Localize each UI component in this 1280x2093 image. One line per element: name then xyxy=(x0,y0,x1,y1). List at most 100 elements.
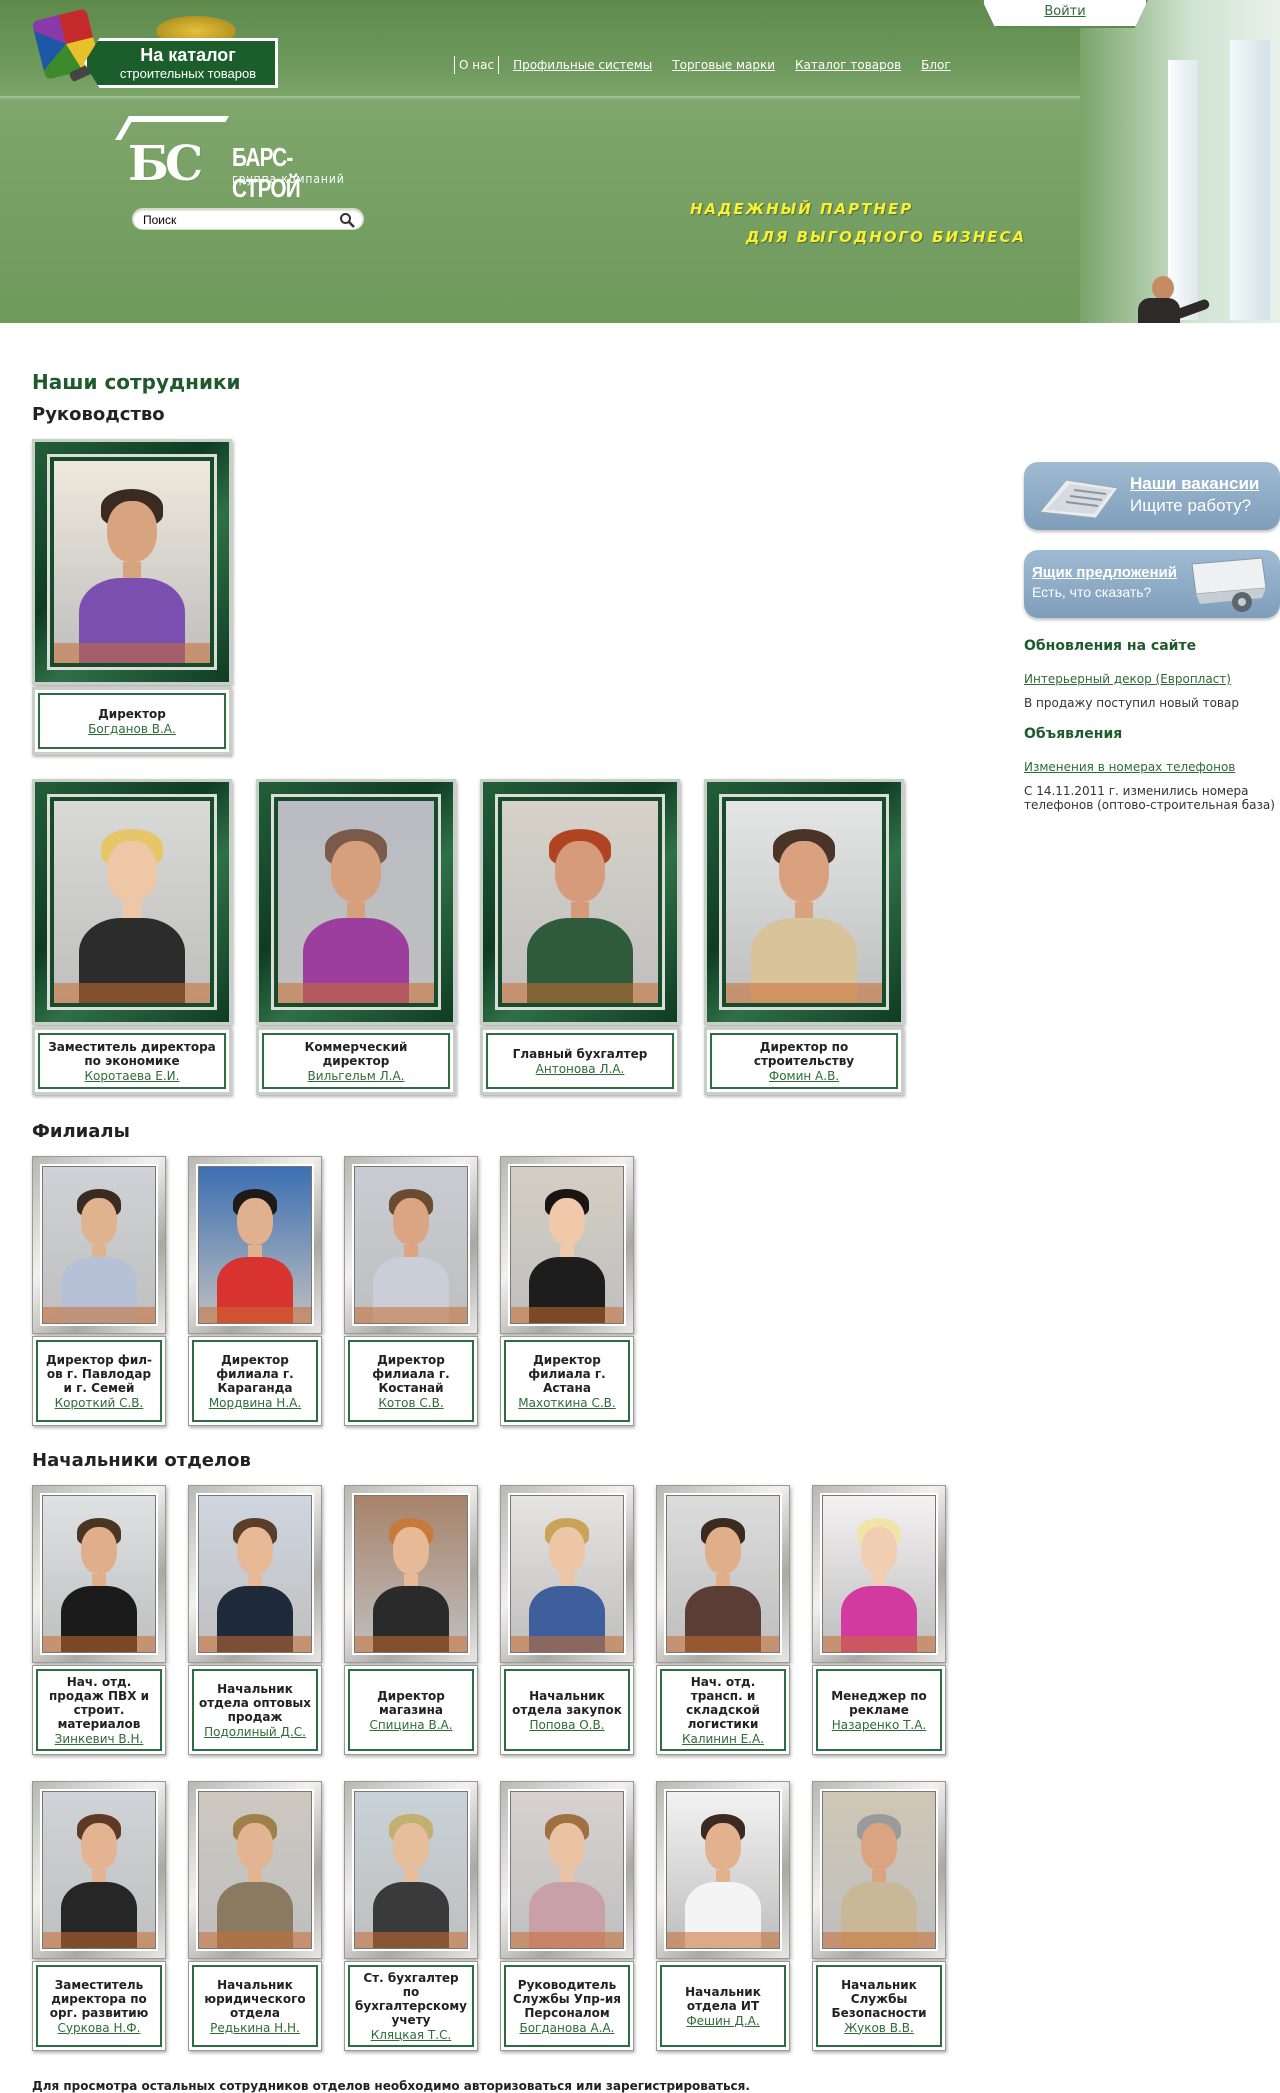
staff-name-link[interactable]: Подолиный Д.С. xyxy=(198,1725,312,1739)
photo-frame xyxy=(500,1156,634,1334)
staff-name-link[interactable]: Кляцкая Т.С. xyxy=(354,2028,468,2042)
staff-photo[interactable] xyxy=(54,461,210,663)
staff-card[interactable]: Директор по строительству Фомин А.В. xyxy=(704,779,904,1095)
staff-photo[interactable] xyxy=(355,1792,467,1948)
vacancies-title[interactable]: Наши вакансии xyxy=(1130,474,1259,494)
name-plate: Начальник юридического отдела Редькина Н… xyxy=(188,1961,322,2051)
staff-photo[interactable] xyxy=(726,801,882,1003)
staff-card[interactable]: Начальник отдела закупок Попова О.В. xyxy=(500,1485,634,1755)
heads-grid-row-2: Заместитель директора по орг. развитию С… xyxy=(32,1781,992,2069)
staff-name-link[interactable]: Назаренко Т.А. xyxy=(822,1718,936,1732)
announcements-link[interactable]: Изменения в номерах телефонов xyxy=(1024,760,1280,774)
staff-card[interactable]: Директор магазина Спицина В.А. xyxy=(344,1485,478,1755)
photo-frame xyxy=(32,1156,166,1334)
vacancies-banner[interactable]: Наши вакансии Ищите работу? xyxy=(1024,462,1280,530)
staff-photo[interactable] xyxy=(511,1167,623,1323)
staff-card[interactable]: Начальник отдела ИТ Фешин Д.А. xyxy=(656,1781,790,2051)
catalog-sign: На каталог строительных товаров xyxy=(84,38,278,88)
staff-name-link[interactable]: Фешин Д.А. xyxy=(666,2014,780,2028)
staff-photo[interactable] xyxy=(54,801,210,1003)
staff-photo[interactable] xyxy=(43,1167,155,1323)
nav-item-catalog[interactable]: Каталог товаров xyxy=(795,58,901,72)
staff-photo[interactable] xyxy=(511,1792,623,1948)
staff-photo[interactable] xyxy=(502,801,658,1003)
staff-name-link[interactable]: Котов С.В. xyxy=(354,1396,468,1410)
staff-photo[interactable] xyxy=(278,801,434,1003)
staff-photo[interactable] xyxy=(511,1496,623,1652)
nav-item-brands[interactable]: Торговые марки xyxy=(672,58,775,72)
nav-item-profile-systems[interactable]: Профильные системы xyxy=(513,58,652,72)
staff-card[interactable]: Начальник юридического отдела Редькина Н… xyxy=(188,1781,322,2051)
staff-position: Начальник отдела ИТ xyxy=(685,1984,761,2013)
name-plate: Директор филиала г. Астана Махоткина С.В… xyxy=(500,1336,634,1426)
staff-name-link[interactable]: Мордвина Н.А. xyxy=(198,1396,312,1410)
updates-link[interactable]: Интерьерный декор (Европласт) xyxy=(1024,672,1280,686)
staff-photo[interactable] xyxy=(823,1496,935,1652)
search-icon[interactable] xyxy=(339,212,355,228)
staff-card[interactable]: Менеджер по рекламе Назаренко Т.А. xyxy=(812,1485,946,1755)
staff-name-link[interactable]: Спицина В.А. xyxy=(354,1718,468,1732)
staff-position: Коммерческий директор xyxy=(304,1039,408,1068)
catalog-sign-subtitle: строительных товаров xyxy=(119,66,257,81)
staff-name-link[interactable]: Попова О.В. xyxy=(510,1718,624,1732)
staff-name-link[interactable]: Антонова Л.А. xyxy=(494,1062,666,1076)
name-plate: Коммерческий директор Вильгельм Л.А. xyxy=(256,1027,456,1095)
staff-photo[interactable] xyxy=(43,1792,155,1948)
staff-card[interactable]: Начальник отдела оптовых продаж Подолины… xyxy=(188,1485,322,1755)
staff-card[interactable]: Начальник Службы Безопасности Жуков В.В. xyxy=(812,1781,946,2051)
painter-illustration xyxy=(1108,268,1211,323)
staff-photo[interactable] xyxy=(199,1792,311,1948)
staff-name-link[interactable]: Богданов В.А. xyxy=(46,722,218,736)
staff-card[interactable]: Нач. отд. продаж ПВХ и строит. материало… xyxy=(32,1485,166,1755)
staff-card[interactable]: Коммерческий директор Вильгельм Л.А. xyxy=(256,779,456,1095)
staff-card[interactable]: Заместитель директора по орг. развитию С… xyxy=(32,1781,166,2051)
staff-card[interactable]: Директор филиала г. Астана Махоткина С.В… xyxy=(500,1156,634,1426)
staff-name-link[interactable]: Фомин А.В. xyxy=(718,1069,890,1083)
photo-frame xyxy=(344,1781,478,1959)
name-plate: Начальник Службы Безопасности Жуков В.В. xyxy=(812,1961,946,2051)
catalog-sign-link[interactable]: На каталог строительных товаров xyxy=(31,8,278,88)
staff-photo[interactable] xyxy=(199,1167,311,1323)
staff-name-link[interactable]: Жуков В.В. xyxy=(822,2021,936,2035)
staff-card[interactable]: Руководитель Службы Упр-ия Персоналом Бо… xyxy=(500,1781,634,2051)
staff-photo[interactable] xyxy=(667,1792,779,1948)
staff-photo[interactable] xyxy=(199,1496,311,1652)
staff-photo[interactable] xyxy=(823,1792,935,1948)
name-plate: Начальник отдела оптовых продаж Подолины… xyxy=(188,1665,322,1755)
staff-card[interactable]: Главный бухгалтер Антонова Л.А. xyxy=(480,779,680,1095)
login-link[interactable]: Войти xyxy=(1044,4,1085,19)
staff-name-link[interactable]: Богданова А.А. xyxy=(510,2021,624,2035)
staff-name-link[interactable]: Редькина Н.Н. xyxy=(198,2021,312,2035)
logo[interactable]: БС БАРС-СТРОЙ группа компаний xyxy=(115,116,372,203)
name-plate: Начальник отдела ИТ Фешин Д.А. xyxy=(656,1961,790,2051)
staff-card[interactable]: Директор фил-ов г. Павлодар и г. Семей К… xyxy=(32,1156,166,1426)
staff-photo[interactable] xyxy=(355,1167,467,1323)
staff-photo[interactable] xyxy=(355,1496,467,1652)
nav-item-about[interactable]: О нас xyxy=(454,56,500,74)
staff-card[interactable]: Заместитель директора по экономике Корот… xyxy=(32,779,232,1095)
staff-card[interactable]: Директор филиала г. Караганда Мордвина Н… xyxy=(188,1156,322,1426)
staff-position: Руководитель Службы Упр-ия Персоналом xyxy=(513,1977,621,2020)
staff-name-link[interactable]: Махоткина С.В. xyxy=(510,1396,624,1410)
suggestion-box-banner[interactable]: Ящик предложений Есть, что сказать? xyxy=(1024,550,1280,618)
staff-card[interactable]: Директор Богданов В.А. xyxy=(32,439,232,755)
staff-photo[interactable] xyxy=(43,1496,155,1652)
logo-subtitle: группа компаний xyxy=(232,172,345,186)
staff-position: Директор по строительству xyxy=(753,1039,855,1068)
staff-card[interactable]: Директор филиала г. Костанай Котов С.В. xyxy=(344,1156,478,1426)
nav-item-blog[interactable]: Блог xyxy=(921,58,951,72)
suggestion-box-title[interactable]: Ящик предложений xyxy=(1032,564,1177,581)
photo-frame xyxy=(32,1485,166,1663)
search-input[interactable] xyxy=(143,210,333,230)
updates-heading: Обновления на сайте xyxy=(1024,638,1197,654)
staff-card[interactable]: Ст. бухгалтер по бухгалтерскому учету Кл… xyxy=(344,1781,478,2051)
staff-card[interactable]: Нач. отд. трансп. и складской логистики … xyxy=(656,1485,790,1755)
staff-name-link[interactable]: Вильгельм Л.А. xyxy=(270,1069,442,1083)
staff-name-link[interactable]: Короткий С.В. xyxy=(42,1396,156,1410)
catalog-sign-title: На каталог xyxy=(140,45,236,65)
staff-name-link[interactable]: Калинин Е.А. xyxy=(666,1732,780,1746)
staff-name-link[interactable]: Суркова Н.Ф. xyxy=(42,2021,156,2035)
staff-photo[interactable] xyxy=(667,1496,779,1652)
staff-name-link[interactable]: Зинкевич В.Н. xyxy=(42,1732,156,1746)
staff-name-link[interactable]: Коротаева Е.И. xyxy=(46,1069,218,1083)
